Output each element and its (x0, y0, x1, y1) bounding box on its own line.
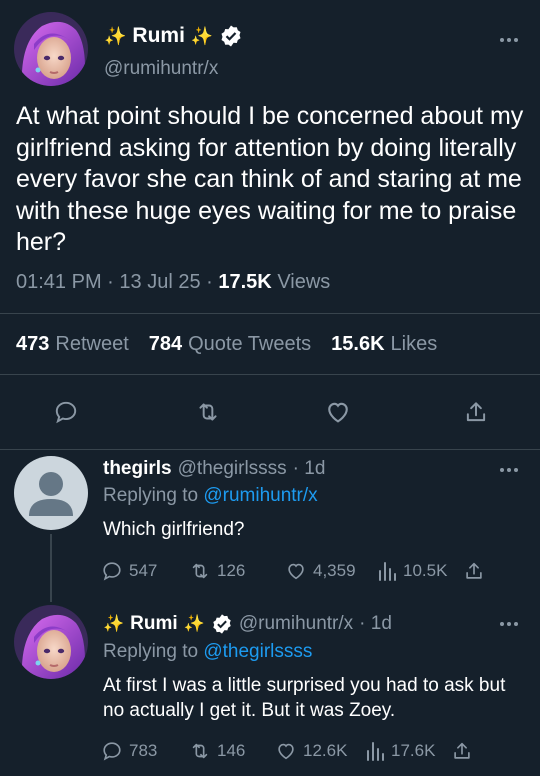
default-avatar-icon[interactable] (14, 456, 88, 530)
share-icon (454, 742, 470, 759)
retweet-icon (192, 563, 208, 579)
verified-badge-icon (211, 613, 233, 635)
divider (0, 374, 540, 375)
views-count: 17.6K (391, 741, 436, 760)
reply-header: thegirls @thegirlssss · 1d (103, 458, 325, 480)
views-count-button[interactable]: 10.5K (377, 560, 463, 582)
like-count-button[interactable]: 4,359 (285, 560, 377, 582)
divider (0, 449, 540, 450)
reply-action-bar: 783 146 12.6K 17.6K (101, 740, 473, 762)
share-button[interactable] (456, 392, 496, 432)
like-count: 4,359 (313, 561, 356, 580)
likes-stat[interactable]: 15.6K Likes (331, 333, 437, 356)
tweet-meta: 01:41 PM · 13 Jul 25 · 17.5K Views (16, 271, 330, 294)
sparkle-right: ✨ (190, 25, 214, 46)
retweet-count: 146 (217, 741, 246, 760)
likes-label: Likes (390, 333, 438, 355)
replying-to-link[interactable]: @thegirlssss (203, 641, 312, 662)
views-count: 17.5K (218, 271, 272, 293)
replying-prefix: Replying to (103, 641, 199, 662)
tweet-date[interactable]: 13 Jul 25 (119, 271, 200, 293)
retweets-count: 473 (16, 333, 50, 355)
more-icon[interactable] (500, 36, 524, 44)
sparkle-left: ✨ (103, 614, 125, 633)
reply-icon (55, 401, 77, 424)
more-icon[interactable] (500, 466, 524, 474)
retweet-count: 126 (217, 561, 246, 580)
share-icon (466, 562, 482, 579)
reply-display-name[interactable]: thegirls (103, 458, 172, 480)
verified-badge-icon (219, 24, 243, 48)
reply-header: ✨ Rumi ✨ @rumihuntr/x · 1d (103, 613, 392, 635)
more-icon[interactable] (500, 620, 524, 628)
like-icon (278, 743, 294, 760)
retweet-count-button[interactable]: 146 (189, 740, 275, 762)
views-icon (367, 742, 384, 761)
retweets-label: Retweet (55, 333, 129, 355)
reply-count: 783 (129, 741, 158, 760)
tweet-time[interactable]: 01:41 PM (16, 271, 102, 293)
tweet-text: At what point should I be concerned abou… (16, 102, 524, 257)
author-handle[interactable]: @rumihuntr/x (104, 58, 218, 80)
quotes-label: Quote Tweets (188, 333, 312, 355)
reply-avatar[interactable] (14, 605, 88, 679)
author-display-name[interactable]: Rumi (132, 24, 185, 48)
sparkle-right: ✨ (183, 614, 205, 633)
reply-text: At first I was a little surprised you ha… (103, 675, 506, 721)
replying-to-link[interactable]: @rumihuntr/x (203, 485, 317, 506)
reply-icon (103, 742, 121, 761)
reply-display-name[interactable]: Rumi (130, 613, 178, 635)
views-label: Views (277, 271, 331, 293)
reply-button[interactable] (46, 392, 86, 432)
retweet-icon (199, 403, 217, 421)
reply-count-button[interactable]: 547 (101, 560, 189, 582)
like-icon (328, 402, 348, 423)
like-icon (288, 563, 304, 580)
replying-to: Replying to @thegirlssss (103, 641, 312, 663)
like-count: 12.6K (303, 741, 348, 760)
reply-count-button[interactable]: 783 (101, 740, 189, 762)
author-name-row[interactable]: ✨ Rumi ✨ (104, 24, 243, 48)
meta-separator: · (206, 271, 213, 293)
reply-handle[interactable]: @thegirlssss (178, 458, 287, 480)
meta-separator: · (107, 271, 114, 293)
likes-count: 15.6K (331, 333, 385, 355)
reply-age: · 1d (359, 613, 392, 634)
reply-age: · 1d (292, 458, 326, 479)
share-button[interactable] (451, 740, 473, 762)
reply-handle[interactable]: @rumihuntr/x (239, 613, 353, 635)
share-button[interactable] (463, 560, 485, 582)
sparkle-left: ✨ (104, 25, 127, 46)
reply-count: 547 (129, 561, 158, 580)
like-count-button[interactable]: 12.6K (275, 740, 365, 762)
reply-icon (103, 562, 121, 581)
quotes-stat[interactable]: 784 Quote Tweets (149, 333, 311, 356)
quotes-count: 784 (148, 333, 183, 355)
views-count: 10.5K (403, 561, 448, 580)
share-icon (466, 402, 486, 422)
author-avatar[interactable] (14, 12, 88, 86)
retweet-count-button[interactable]: 126 (189, 560, 285, 582)
like-button[interactable] (318, 392, 358, 432)
replying-to: Replying to @rumihuntr/x (103, 485, 318, 507)
retweet-icon (192, 743, 208, 759)
views-count-button[interactable]: 17.6K (365, 740, 451, 762)
thread-line (50, 534, 52, 602)
tweet-stats: 473 Retweet 784 Quote Tweets 15.6K Likes (16, 333, 437, 356)
views-icon (379, 562, 396, 581)
divider (0, 313, 540, 314)
reply-text: Which girlfriend? (103, 519, 245, 540)
reply-action-bar: 547 126 4,359 10.5K (101, 560, 485, 582)
tweet-action-bar (0, 392, 540, 432)
replying-prefix: Replying to (103, 485, 199, 506)
retweet-button[interactable] (188, 392, 228, 432)
retweets-stat[interactable]: 473 Retweet (16, 333, 129, 356)
